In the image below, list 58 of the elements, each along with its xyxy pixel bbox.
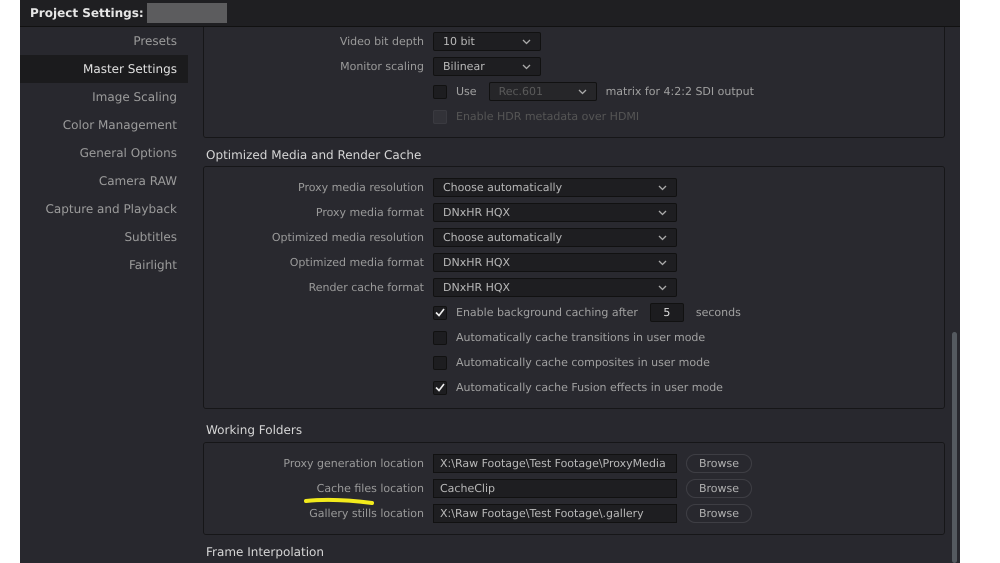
checkbox-label: Automatically cache composites in user mode [456, 356, 710, 370]
sidebar-item[interactable]: Presets [20, 27, 188, 55]
section-heading: Frame Interpolation [205, 544, 326, 561]
browse-button[interactable]: Browse [686, 504, 752, 523]
checkbox[interactable] [433, 330, 447, 345]
browse-button[interactable]: Browse [686, 478, 752, 498]
field-label: Proxy media resolution [297, 181, 425, 194]
checkbox[interactable] [433, 356, 447, 370]
section-heading: Optimized Media and Render Cache [205, 147, 422, 164]
browse-button[interactable]: Browse [686, 454, 752, 473]
chevron-down-icon [578, 88, 587, 94]
checkbox-label: Enable background caching after [456, 306, 638, 320]
option-label: matrix for 4:2:2 SDI output [606, 85, 754, 98]
dropdown[interactable]: DNxHR HQX [433, 203, 677, 222]
field-label: Optimized media resolution [270, 231, 425, 244]
sidebar-item[interactable]: Fairlight [20, 251, 188, 279]
field-label: Optimized media format [288, 256, 425, 270]
field-label: Gallery stills location [308, 506, 425, 520]
chevron-down-icon [658, 234, 667, 241]
dropdown[interactable]: 10 bit [433, 32, 541, 51]
field-label: Video bit depth [338, 35, 425, 48]
field-label: Proxy generation location [282, 456, 425, 470]
checkbox[interactable] [433, 380, 447, 395]
dropdown[interactable]: Choose automatically [433, 228, 677, 248]
field-label: Proxy media format [314, 206, 425, 220]
number-field[interactable]: 5 [650, 303, 684, 322]
dropdown[interactable]: Choose automatically [433, 178, 677, 198]
sidebar-item[interactable]: Color Management [20, 111, 188, 139]
unit-label: seconds [696, 306, 741, 320]
chevron-down-icon [658, 184, 667, 191]
checkbox-label: Automatically cache Fusion effects in user mode [456, 381, 723, 394]
field-label: Monitor scaling [339, 60, 425, 73]
path-field[interactable]: CacheClip [433, 478, 677, 498]
chevron-down-icon [522, 64, 531, 70]
field-label: Cache files location [204, 482, 433, 495]
dropdown[interactable]: DNxHR HQX [433, 253, 677, 272]
sidebar-item[interactable]: Capture and Playback [20, 195, 188, 223]
chevron-down-icon [658, 210, 667, 216]
chevron-down-icon [522, 38, 531, 44]
window-title: Project Settings: [30, 6, 144, 20]
sidebar-item[interactable]: Subtitles [20, 223, 188, 251]
scrollbar[interactable] [952, 332, 957, 563]
checkbox-label: Automatically cache transitions in user mode [456, 331, 706, 344]
dropdown[interactable]: DNxHR HQX [433, 278, 677, 298]
path-field[interactable]: X:\Raw Footage\Test Footage\ProxyMedia [433, 454, 677, 473]
chevron-down-icon [658, 260, 667, 266]
sidebar-item[interactable]: Camera RAW [20, 167, 188, 195]
sidebar-item[interactable]: Master Settings [20, 55, 188, 83]
field-label: Render cache format [308, 281, 425, 294]
sidebar-item[interactable]: General Options [20, 139, 188, 167]
checkbox[interactable] [433, 306, 447, 320]
path-field[interactable]: X:\Raw Footage\Test Footage\.gallery [433, 504, 677, 523]
checkbox-label: Use [456, 85, 477, 98]
dropdown[interactable]: Bilinear [433, 57, 541, 76]
checkbox[interactable] [433, 84, 447, 98]
section-heading: Working Folders [205, 422, 304, 440]
sidebar-item[interactable]: Image Scaling [20, 83, 188, 111]
chevron-down-icon [658, 284, 667, 291]
